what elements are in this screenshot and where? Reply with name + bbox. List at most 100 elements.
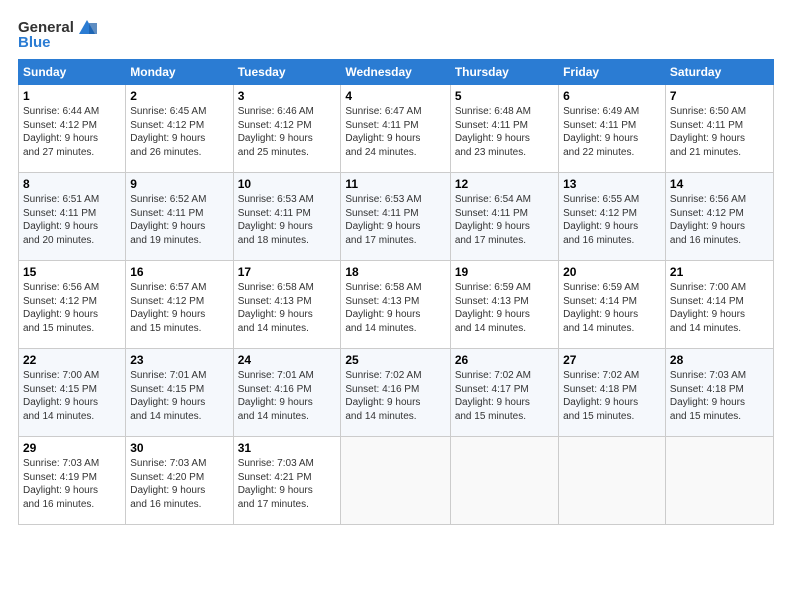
- day-number: 1: [23, 89, 121, 103]
- day-number: 6: [563, 89, 661, 103]
- day-info: Sunrise: 7:03 AM Sunset: 4:19 PM Dayligh…: [23, 457, 121, 511]
- day-info: Sunrise: 6:50 AM Sunset: 4:11 PM Dayligh…: [670, 105, 769, 159]
- day-info: Sunrise: 6:59 AM Sunset: 4:14 PM Dayligh…: [563, 281, 661, 335]
- day-info: Sunrise: 6:48 AM Sunset: 4:11 PM Dayligh…: [455, 105, 554, 159]
- header: General Blue: [18, 18, 774, 51]
- day-info: Sunrise: 7:02 AM Sunset: 4:17 PM Dayligh…: [455, 369, 554, 423]
- day-number: 2: [130, 89, 228, 103]
- day-info: Sunrise: 6:54 AM Sunset: 4:11 PM Dayligh…: [455, 193, 554, 247]
- week-row-4: 22 Sunrise: 7:00 AM Sunset: 4:15 PM Dayli…: [19, 349, 774, 437]
- day-info: Sunrise: 6:45 AM Sunset: 4:12 PM Dayligh…: [130, 105, 228, 159]
- weekday-header-sunday: Sunday: [19, 60, 126, 85]
- calendar-cell: 24Sunrise: 7:01 AM Sunset: 4:16 PM Dayli…: [233, 349, 341, 437]
- logo: General Blue: [18, 18, 98, 51]
- day-info: Sunrise: 6:44 AM Sunset: 4:12 PM Dayligh…: [23, 105, 121, 159]
- day-number: 18: [345, 265, 445, 279]
- day-number: 25: [345, 353, 445, 367]
- calendar-cell: 7 Sunrise: 6:50 AM Sunset: 4:11 PM Daylig…: [665, 85, 773, 173]
- day-info: Sunrise: 6:52 AM Sunset: 4:11 PM Dayligh…: [130, 193, 228, 247]
- day-number: 23: [130, 353, 228, 367]
- day-info: Sunrise: 6:47 AM Sunset: 4:11 PM Dayligh…: [345, 105, 445, 159]
- day-info: Sunrise: 6:58 AM Sunset: 4:13 PM Dayligh…: [345, 281, 445, 335]
- calendar-cell: 25Sunrise: 7:02 AM Sunset: 4:16 PM Dayli…: [341, 349, 450, 437]
- day-info: Sunrise: 7:01 AM Sunset: 4:15 PM Dayligh…: [130, 369, 228, 423]
- calendar-cell: 13 Sunrise: 6:55 AM Sunset: 4:12 PM Dayli…: [559, 173, 666, 261]
- day-info: Sunrise: 7:03 AM Sunset: 4:18 PM Dayligh…: [670, 369, 769, 423]
- calendar-cell: 18 Sunrise: 6:58 AM Sunset: 4:13 PM Dayli…: [341, 261, 450, 349]
- weekday-header-tuesday: Tuesday: [233, 60, 341, 85]
- day-number: 28: [670, 353, 769, 367]
- week-row-1: 1 Sunrise: 6:44 AM Sunset: 4:12 PM Daylig…: [19, 85, 774, 173]
- day-number: 14: [670, 177, 769, 191]
- weekday-header-row: SundayMondayTuesdayWednesdayThursdayFrid…: [19, 60, 774, 85]
- day-number: 29: [23, 441, 121, 455]
- calendar-cell: 20 Sunrise: 6:59 AM Sunset: 4:14 PM Dayli…: [559, 261, 666, 349]
- calendar-cell: 6 Sunrise: 6:49 AM Sunset: 4:11 PM Daylig…: [559, 85, 666, 173]
- calendar-cell: 23 Sunrise: 7:01 AM Sunset: 4:15 PM Dayli…: [126, 349, 233, 437]
- day-number: 19: [455, 265, 554, 279]
- day-info: Sunrise: 6:56 AM Sunset: 4:12 PM Dayligh…: [670, 193, 769, 247]
- day-info: Sunrise: 6:56 AM Sunset: 4:12 PM Dayligh…: [23, 281, 121, 335]
- day-number: 10: [238, 177, 337, 191]
- day-number: 26: [455, 353, 554, 367]
- calendar-cell: 30Sunrise: 7:03 AM Sunset: 4:20 PM Dayli…: [126, 437, 233, 525]
- day-info: Sunrise: 7:01 AM Sunset: 4:16 PM Dayligh…: [238, 369, 337, 423]
- calendar-cell: 9 Sunrise: 6:52 AM Sunset: 4:11 PM Daylig…: [126, 173, 233, 261]
- day-info: Sunrise: 7:00 AM Sunset: 4:15 PM Dayligh…: [23, 369, 121, 423]
- day-number: 11: [345, 177, 445, 191]
- calendar-cell: 10 Sunrise: 6:53 AM Sunset: 4:11 PM Dayli…: [233, 173, 341, 261]
- day-number: 15: [23, 265, 121, 279]
- calendar-cell: 8 Sunrise: 6:51 AM Sunset: 4:11 PM Daylig…: [19, 173, 126, 261]
- day-info: Sunrise: 6:53 AM Sunset: 4:11 PM Dayligh…: [238, 193, 337, 247]
- weekday-header-thursday: Thursday: [450, 60, 558, 85]
- weekday-header-monday: Monday: [126, 60, 233, 85]
- week-row-5: 29 Sunrise: 7:03 AM Sunset: 4:19 PM Dayli…: [19, 437, 774, 525]
- week-row-3: 15 Sunrise: 6:56 AM Sunset: 4:12 PM Dayli…: [19, 261, 774, 349]
- day-number: 5: [455, 89, 554, 103]
- calendar-cell: 19 Sunrise: 6:59 AM Sunset: 4:13 PM Dayli…: [450, 261, 558, 349]
- weekday-header-friday: Friday: [559, 60, 666, 85]
- calendar-cell: 12Sunrise: 6:54 AM Sunset: 4:11 PM Dayli…: [450, 173, 558, 261]
- logo-general: General: [18, 19, 74, 36]
- day-number: 7: [670, 89, 769, 103]
- logo-triangle-icon: [76, 18, 98, 36]
- day-info: Sunrise: 6:58 AM Sunset: 4:13 PM Dayligh…: [238, 281, 337, 335]
- calendar-cell: 16 Sunrise: 6:57 AM Sunset: 4:12 PM Dayli…: [126, 261, 233, 349]
- day-number: 16: [130, 265, 228, 279]
- calendar-cell: 4 Sunrise: 6:47 AM Sunset: 4:11 PM Daylig…: [341, 85, 450, 173]
- page: General Blue SundayMondayTuesdayWednesda…: [0, 0, 792, 612]
- day-info: Sunrise: 6:53 AM Sunset: 4:11 PM Dayligh…: [345, 193, 445, 247]
- day-number: 20: [563, 265, 661, 279]
- day-number: 22: [23, 353, 121, 367]
- day-info: Sunrise: 7:02 AM Sunset: 4:18 PM Dayligh…: [563, 369, 661, 423]
- day-info: Sunrise: 7:00 AM Sunset: 4:14 PM Dayligh…: [670, 281, 769, 335]
- logo-blue: Blue: [18, 34, 51, 51]
- calendar-cell: [450, 437, 558, 525]
- calendar-cell: [665, 437, 773, 525]
- day-info: Sunrise: 6:51 AM Sunset: 4:11 PM Dayligh…: [23, 193, 121, 247]
- week-row-2: 8 Sunrise: 6:51 AM Sunset: 4:11 PM Daylig…: [19, 173, 774, 261]
- calendar-cell: [341, 437, 450, 525]
- day-number: 21: [670, 265, 769, 279]
- calendar-cell: 1 Sunrise: 6:44 AM Sunset: 4:12 PM Daylig…: [19, 85, 126, 173]
- day-number: 9: [130, 177, 228, 191]
- weekday-header-wednesday: Wednesday: [341, 60, 450, 85]
- day-number: 13: [563, 177, 661, 191]
- day-info: Sunrise: 6:49 AM Sunset: 4:11 PM Dayligh…: [563, 105, 661, 159]
- calendar-cell: 15 Sunrise: 6:56 AM Sunset: 4:12 PM Dayli…: [19, 261, 126, 349]
- day-number: 4: [345, 89, 445, 103]
- day-info: Sunrise: 6:57 AM Sunset: 4:12 PM Dayligh…: [130, 281, 228, 335]
- weekday-header-saturday: Saturday: [665, 60, 773, 85]
- calendar-cell: 26 Sunrise: 7:02 AM Sunset: 4:17 PM Dayli…: [450, 349, 558, 437]
- calendar-cell: 28 Sunrise: 7:03 AM Sunset: 4:18 PM Dayli…: [665, 349, 773, 437]
- day-number: 3: [238, 89, 337, 103]
- calendar-cell: 29 Sunrise: 7:03 AM Sunset: 4:19 PM Dayli…: [19, 437, 126, 525]
- calendar-cell: 21 Sunrise: 7:00 AM Sunset: 4:14 PM Dayli…: [665, 261, 773, 349]
- calendar-cell: 22 Sunrise: 7:00 AM Sunset: 4:15 PM Dayli…: [19, 349, 126, 437]
- calendar-cell: 17Sunrise: 6:58 AM Sunset: 4:13 PM Dayli…: [233, 261, 341, 349]
- day-info: Sunrise: 6:55 AM Sunset: 4:12 PM Dayligh…: [563, 193, 661, 247]
- calendar-cell: 5 Sunrise: 6:48 AM Sunset: 4:11 PM Daylig…: [450, 85, 558, 173]
- day-info: Sunrise: 7:03 AM Sunset: 4:21 PM Dayligh…: [238, 457, 337, 511]
- day-info: Sunrise: 6:59 AM Sunset: 4:13 PM Dayligh…: [455, 281, 554, 335]
- day-number: 8: [23, 177, 121, 191]
